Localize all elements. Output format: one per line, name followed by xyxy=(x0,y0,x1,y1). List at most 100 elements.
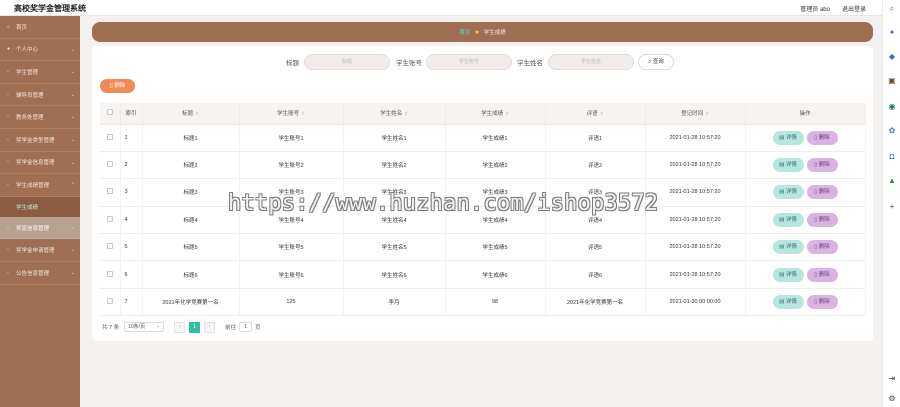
row-select-cell[interactable] xyxy=(100,233,121,262)
sidebar-item-home[interactable]: ⌂ 首页 xyxy=(0,16,80,39)
add-icon[interactable]: + xyxy=(887,202,897,212)
table-row: 7 2021年化学竞赛第一名 125 李月 98 2021年化学竞赛第一名 2021-01-… xyxy=(100,288,866,317)
checkbox[interactable] xyxy=(106,188,113,195)
detail-button[interactable]: ▤ 详情 xyxy=(772,158,804,173)
account-input[interactable]: 学生账号 xyxy=(426,54,512,70)
sort-icon[interactable]: ⇕ xyxy=(301,111,305,116)
sidebar-item-scholarship-types[interactable]: ▫ 奖学金类型管理 ⌄ xyxy=(0,129,80,152)
row-select-cell[interactable] xyxy=(100,178,121,207)
checkbox[interactable] xyxy=(106,215,113,222)
sparkle-icon[interactable]: ✦ xyxy=(887,28,897,38)
sidebar-subitem-grades[interactable]: 学生成绩 xyxy=(0,196,80,217)
sort-icon[interactable]: ⇕ xyxy=(505,111,509,116)
sidebar-item-grades[interactable]: ▫ 学生成绩管理 ⌃ xyxy=(0,174,80,197)
delete-button[interactable]: ▯ 删除 xyxy=(806,185,838,200)
sort-icon[interactable]: ⇕ xyxy=(404,111,408,116)
delete-button[interactable]: ▯ 删除 xyxy=(806,267,838,282)
detail-button[interactable]: ▤ 详情 xyxy=(772,267,804,282)
chevron-down-icon: ⌄ xyxy=(70,269,75,276)
row-select-cell[interactable] xyxy=(100,124,121,152)
sidebar-item-students[interactable]: ▫ 学生管理 ⌄ xyxy=(0,61,80,84)
trash-icon: ▯ xyxy=(814,189,818,196)
breadcrumb-home[interactable]: 首页 xyxy=(459,28,470,36)
row-select-cell[interactable] xyxy=(100,151,121,180)
goto-page-input[interactable]: 1 xyxy=(239,322,253,332)
delete-button[interactable]: ▯ 删除 xyxy=(806,295,838,310)
pagination: 共 7 条 10条/页 ‹ 1 › 前往 1 页 xyxy=(102,321,261,333)
title-input[interactable]: 标题 xyxy=(304,54,390,70)
delete-button[interactable]: ▯ 删除 xyxy=(806,240,838,255)
sidebar-item-applications[interactable]: ▫ 奖学金申请管理 ⌄ xyxy=(0,239,80,262)
delete-button[interactable]: ▯ 删除 xyxy=(806,212,838,227)
page-unit-label: 页 xyxy=(255,325,261,331)
checkbox[interactable] xyxy=(106,270,113,277)
cell-time: 2021-01-28 10:57:20 xyxy=(645,206,746,235)
goto-label: 前往 xyxy=(225,325,237,331)
cell-ops: ▤ 详情 ▯ 删除 xyxy=(745,233,866,262)
checkbox[interactable] xyxy=(106,109,113,116)
col-comment[interactable]: 评语 ⇕ xyxy=(545,103,646,125)
sort-icon[interactable]: ⇕ xyxy=(600,111,604,116)
checkbox[interactable] xyxy=(106,161,113,168)
sort-icon[interactable]: ⇕ xyxy=(195,111,199,116)
sidebar-item-academic-office[interactable]: ▫ 教务处管理 ⌄ xyxy=(0,106,80,129)
checkbox[interactable] xyxy=(106,133,113,140)
row-select-cell[interactable] xyxy=(100,260,121,289)
outlook-icon[interactable]: ◘ xyxy=(887,152,897,162)
row-select-cell[interactable] xyxy=(100,288,121,317)
detail-button[interactable]: ▤ 详情 xyxy=(772,212,804,227)
sidebar-item-announcements[interactable]: ▫ 公告信息管理 ⌄ xyxy=(0,262,80,285)
checkbox[interactable] xyxy=(106,243,113,250)
select-all-cell[interactable] xyxy=(100,103,121,125)
user-label[interactable]: 管理员 abo xyxy=(800,4,830,13)
folder-icon: ▫ xyxy=(7,159,9,166)
toolbox-icon[interactable]: ▣ xyxy=(887,76,897,86)
tree-icon[interactable]: ▲ xyxy=(887,176,897,186)
name-input[interactable]: 学生姓名 xyxy=(548,54,634,70)
sidebar-item-scholarship-info[interactable]: ▫ 奖学金信息管理 ⌄ xyxy=(0,152,80,175)
delete-button[interactable]: ▯ 删除 xyxy=(806,158,838,173)
chevron-down-icon: ⌄ xyxy=(70,46,75,53)
settings-icon[interactable]: ⚙ xyxy=(887,394,897,404)
detail-button[interactable]: ▤ 详情 xyxy=(772,130,804,145)
detail-button[interactable]: ▤ 详情 xyxy=(772,240,804,255)
cell-ops: ▤ 详情 ▯ 删除 xyxy=(745,124,866,152)
trash-icon: ▯ xyxy=(109,83,113,89)
page-number-button[interactable]: 1 xyxy=(189,321,201,333)
person-icon[interactable]: ◉ xyxy=(887,102,897,112)
delete-button[interactable]: ▯ 删除 xyxy=(806,130,838,145)
table-row: 3 标题3 学生账号3 学生姓名3 学生成绩3 评语3 2021-01-28 10:57:2… xyxy=(100,178,866,207)
copilot-icon[interactable]: ✿ xyxy=(887,126,897,136)
row-select-cell[interactable] xyxy=(100,206,121,235)
cell-ops: ▤ 详情 ▯ 删除 xyxy=(745,288,866,317)
col-account[interactable]: 学生账号 ⇕ xyxy=(239,103,344,125)
search-icon[interactable]: ⌕ xyxy=(887,4,897,14)
cell-ops: ▤ 详情 ▯ 删除 xyxy=(745,178,866,207)
query-button[interactable]: ⌕ 查询 xyxy=(638,54,674,70)
logout-link[interactable]: 退出登录 xyxy=(842,4,866,13)
sidebar-item-rewards-penalties[interactable]: ▫ 奖惩信息管理 ⌄ xyxy=(0,216,80,240)
checkbox[interactable] xyxy=(106,298,113,305)
sort-icon[interactable]: ⇕ xyxy=(705,111,709,116)
detail-button[interactable]: ▤ 详情 xyxy=(772,185,804,200)
col-name[interactable]: 学生姓名 ⇕ xyxy=(343,103,446,125)
sidebar-item-profile[interactable]: ● 个人中心 ⌄ xyxy=(0,39,80,62)
page-size-select[interactable]: 10条/页 xyxy=(124,322,165,332)
col-score[interactable]: 学生成绩 ⇕ xyxy=(445,103,546,125)
col-title[interactable]: 标题 ⇕ xyxy=(142,103,240,125)
tag-icon[interactable]: ◆ xyxy=(887,52,897,62)
cell-account: 学生账号6 xyxy=(239,260,344,289)
chevron-down-icon: ⌄ xyxy=(70,114,75,121)
cell-account: 学生账号4 xyxy=(239,206,344,235)
main-panel: 标题 标题 学生账号 学生账号 学生姓名 学生姓名 ⌕ 查询 ▯ 删除 索引 标… xyxy=(92,46,873,341)
cell-name: 学生姓名5 xyxy=(343,233,446,262)
next-page-button[interactable]: › xyxy=(204,321,216,333)
prev-page-button[interactable]: ‹ xyxy=(174,321,186,333)
col-time[interactable]: 登记时间 ⇕ xyxy=(645,103,746,125)
batch-delete-button[interactable]: ▯ 删除 xyxy=(100,79,135,93)
detail-button[interactable]: ▤ 详情 xyxy=(772,295,804,310)
exit-icon[interactable]: ⇥ xyxy=(887,374,897,384)
sidebar-item-counselors[interactable]: ▫ 辅导员管理 ⌄ xyxy=(0,84,80,107)
cell-ops: ▤ 详情 ▯ 删除 xyxy=(745,260,866,289)
table-body: 1 标题1 学生账号1 学生姓名1 学生成绩1 评语1 2021-01-28 10:57:2… xyxy=(100,124,866,317)
